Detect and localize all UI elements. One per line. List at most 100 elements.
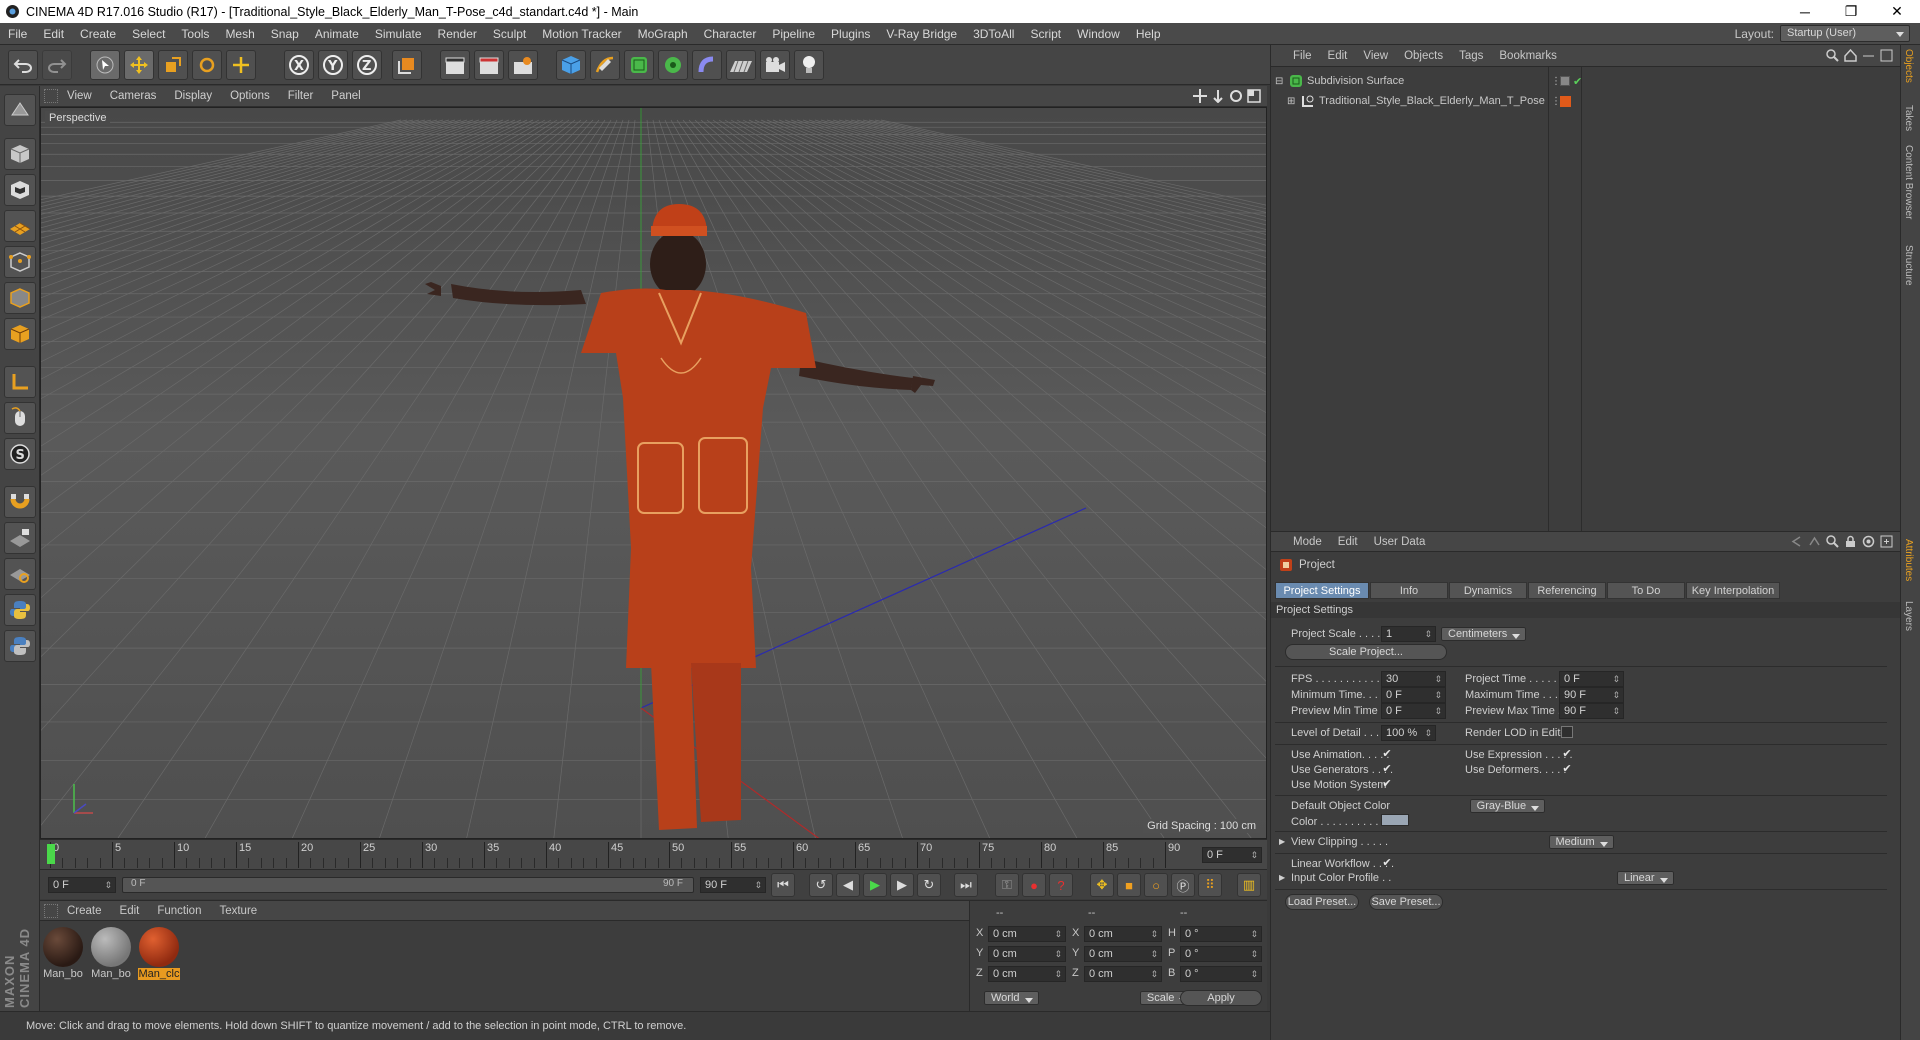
- viewport-menu-cameras[interactable]: Cameras: [101, 90, 166, 102]
- perspective-viewport[interactable]: Perspective Grid Spacing : 100 cm: [40, 107, 1267, 839]
- current-frame-field[interactable]: 0 F: [1202, 847, 1262, 863]
- view-clipping-dropdown[interactable]: Medium: [1548, 835, 1614, 849]
- project-units-dropdown[interactable]: Centimeters: [1441, 627, 1527, 641]
- menu-help[interactable]: Help: [1128, 27, 1169, 41]
- maximum-time-field[interactable]: 90 F: [1559, 687, 1624, 703]
- menu-mograph[interactable]: MoGraph: [630, 27, 696, 41]
- tab-to-do[interactable]: To Do: [1607, 582, 1685, 599]
- maximize-button[interactable]: ❐: [1828, 0, 1874, 23]
- material-swatch[interactable]: Man_bo: [42, 927, 84, 980]
- new-manager-icon[interactable]: [1880, 535, 1893, 548]
- timeline-end-field[interactable]: 90 F: [700, 877, 766, 893]
- lock-icon[interactable]: [1844, 535, 1857, 548]
- use-expression-checkbox[interactable]: ✔: [1561, 748, 1573, 760]
- preview-min-field[interactable]: 0 F: [1381, 703, 1446, 719]
- solo-mode-button[interactable]: S: [4, 438, 36, 470]
- expand-panel-icon[interactable]: [1880, 49, 1893, 62]
- timeline-ruler[interactable]: 0 5 10 15 20 25 30 35 40 45 50 55 60 65 70 75 80 85 90 0 F: [40, 839, 1267, 869]
- rotate-tool-button[interactable]: [192, 50, 222, 80]
- side-tab-takes[interactable]: Takes: [1903, 105, 1914, 131]
- key-scale-button[interactable]: ■: [1117, 873, 1141, 897]
- material-menu-create[interactable]: Create: [58, 905, 111, 917]
- viewport-menu-filter[interactable]: Filter: [279, 90, 323, 102]
- layout-dropdown[interactable]: Startup (User): [1780, 25, 1910, 42]
- toggle-view-icon[interactable]: [1247, 89, 1261, 103]
- layer-tag-icon[interactable]: [1560, 76, 1570, 86]
- minimize-panel-icon[interactable]: [1862, 49, 1875, 62]
- tab-dynamics[interactable]: Dynamics: [1449, 582, 1527, 599]
- planar-workplane-button[interactable]: [4, 558, 36, 590]
- menu-character[interactable]: Character: [696, 27, 765, 41]
- snap-enable-button[interactable]: [4, 486, 36, 518]
- undo-button[interactable]: [8, 50, 38, 80]
- object-row-subdivision[interactable]: ⊟ Subdivision Surface ⋮ ✔: [1275, 72, 1855, 90]
- rot-b-field[interactable]: 0 °: [1180, 966, 1262, 982]
- tab-referencing[interactable]: Referencing: [1528, 582, 1606, 599]
- spline-pen-button[interactable]: [590, 50, 620, 80]
- material-menu-texture[interactable]: Texture: [210, 905, 266, 917]
- menu-animate[interactable]: Animate: [307, 27, 367, 41]
- size-x-field[interactable]: 0 cm: [1084, 926, 1162, 942]
- material-menu-function[interactable]: Function: [148, 905, 210, 917]
- play-button[interactable]: ▶: [863, 873, 887, 897]
- save-preset-button[interactable]: Save Preset...: [1369, 894, 1443, 910]
- zoom-view-icon[interactable]: [1211, 89, 1225, 103]
- objects-menu-file[interactable]: File: [1285, 50, 1320, 62]
- key-parameter-button[interactable]: Ⓟ: [1171, 873, 1195, 897]
- load-preset-button[interactable]: Load Preset...: [1285, 894, 1359, 910]
- use-animation-checkbox[interactable]: ✔: [1381, 748, 1393, 760]
- y-axis-button[interactable]: Y: [318, 50, 348, 80]
- menu-script[interactable]: Script: [1022, 27, 1069, 41]
- use-motion-system-checkbox[interactable]: ✔: [1381, 778, 1393, 790]
- menu-edit[interactable]: Edit: [35, 27, 72, 41]
- up-arrow-icon[interactable]: [1808, 535, 1821, 548]
- color-swatch[interactable]: [1381, 814, 1409, 826]
- pos-y-field[interactable]: 0 cm: [988, 946, 1066, 962]
- pan-view-icon[interactable]: [1193, 89, 1207, 103]
- playhead[interactable]: [47, 844, 55, 864]
- menu-plugins[interactable]: Plugins: [823, 27, 878, 41]
- workplane-button[interactable]: [4, 210, 36, 242]
- objects-menu-objects[interactable]: Objects: [1396, 50, 1451, 62]
- floor-object-button[interactable]: [726, 50, 756, 80]
- polygons-mode-button[interactable]: [4, 318, 36, 350]
- linear-workflow-checkbox[interactable]: ✔: [1381, 857, 1393, 869]
- scale-project-button[interactable]: Scale Project...: [1285, 644, 1447, 660]
- menu-tools[interactable]: Tools: [173, 27, 217, 41]
- autokey-button[interactable]: ●: [1022, 873, 1046, 897]
- side-tab-content-browser[interactable]: Content Browser: [1903, 145, 1914, 219]
- multi-move-button[interactable]: [226, 50, 256, 80]
- menu-motion-tracker[interactable]: Motion Tracker: [534, 27, 629, 41]
- coord-system-dropdown[interactable]: World: [984, 991, 1039, 1005]
- tab-key-interpolation[interactable]: Key Interpolation: [1686, 582, 1780, 599]
- side-tab-objects[interactable]: Objects: [1903, 49, 1914, 83]
- subdivision-surface-button[interactable]: [624, 50, 654, 80]
- viewport-menu-panel[interactable]: Panel: [322, 90, 369, 102]
- search-icon[interactable]: [1826, 535, 1839, 548]
- menu-vray-bridge[interactable]: V-Ray Bridge: [878, 27, 965, 41]
- menu-window[interactable]: Window: [1069, 27, 1128, 41]
- goto-end-button[interactable]: ⏭: [954, 873, 978, 897]
- coordinate-system-button[interactable]: [392, 50, 422, 80]
- pos-x-field[interactable]: 0 cm: [988, 926, 1066, 942]
- light-object-button[interactable]: [794, 50, 824, 80]
- size-z-field[interactable]: 0 cm: [1084, 966, 1162, 982]
- menu-3dtoall[interactable]: 3DToAll: [965, 27, 1022, 41]
- key-pla-button[interactable]: ⠿: [1198, 873, 1222, 897]
- objects-menu-bookmarks[interactable]: Bookmarks: [1491, 50, 1565, 62]
- viewport-menu-display[interactable]: Display: [165, 90, 221, 102]
- menu-simulate[interactable]: Simulate: [367, 27, 430, 41]
- menu-create[interactable]: Create: [72, 27, 124, 41]
- goto-start-button[interactable]: ⏮: [771, 873, 795, 897]
- model-mode-button[interactable]: [4, 138, 36, 170]
- move-tool-button[interactable]: [124, 50, 154, 80]
- close-button[interactable]: ✕: [1874, 0, 1920, 23]
- python-console-button[interactable]: [4, 630, 36, 662]
- timeline-window-button[interactable]: ▥: [1237, 873, 1261, 897]
- rotate-view-icon[interactable]: [1229, 89, 1243, 103]
- menu-select[interactable]: Select: [124, 27, 173, 41]
- step-back-button[interactable]: ◀: [836, 873, 860, 897]
- material-swatch[interactable]: Man_bo: [90, 927, 132, 980]
- fps-field[interactable]: 30: [1381, 671, 1446, 687]
- tab-project-settings[interactable]: Project Settings: [1275, 582, 1369, 599]
